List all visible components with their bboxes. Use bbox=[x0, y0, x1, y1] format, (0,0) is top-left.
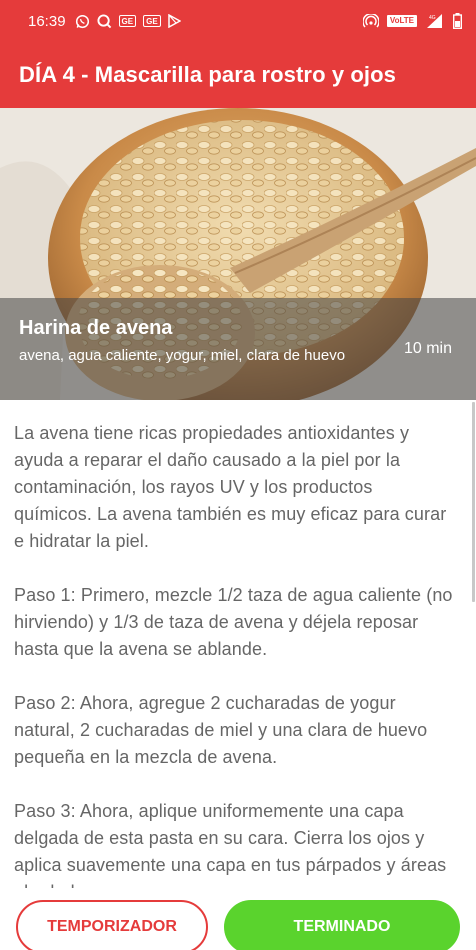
play-store-icon bbox=[167, 14, 181, 28]
scrollbar-thumb[interactable] bbox=[472, 402, 475, 602]
step-3-paragraph: Paso 3: Ahora, aplique uniformemente una… bbox=[14, 801, 447, 888]
timer-button[interactable]: TEMPORIZADOR bbox=[16, 900, 208, 950]
ge-icon: GE bbox=[118, 15, 137, 27]
recipe-ingredients: avena, agua caliente, yogur, miel, clara… bbox=[19, 347, 346, 364]
intro-paragraph: La avena tiene ricas propiedades antioxi… bbox=[14, 423, 447, 551]
volte-icon: VoLTE bbox=[386, 15, 417, 27]
hotspot-icon bbox=[362, 14, 379, 28]
step-2-paragraph: Paso 2: Ahora, agregue 2 cucharadas de y… bbox=[14, 693, 428, 767]
battery-icon bbox=[453, 13, 462, 29]
whatsapp-icon bbox=[75, 14, 90, 29]
step-1-paragraph: Paso 1: Primero, mezcle 1/2 taza de agua… bbox=[14, 585, 453, 659]
status-time: 16:39 bbox=[28, 12, 66, 30]
ge-icon: GE bbox=[143, 15, 161, 27]
instructions-content[interactable]: La avena tiene ricas propiedades antioxi… bbox=[14, 420, 454, 888]
search-icon bbox=[97, 13, 112, 29]
status-bar: 16:39 GE GE VoLTE 4G bbox=[0, 0, 476, 42]
signal-icon: 4G bbox=[425, 13, 445, 29]
status-right: VoLTE 4G bbox=[362, 13, 462, 29]
bottom-action-bar: TEMPORIZADOR TERMINADO bbox=[0, 888, 476, 950]
page-title: DÍA 4 - Mascarilla para rostro y ojos bbox=[19, 62, 397, 87]
recipe-duration: 10 min bbox=[403, 340, 452, 357]
recipe-title: Harina de avena bbox=[19, 317, 173, 339]
app-bar: DÍA 4 - Mascarilla para rostro y ojos bbox=[0, 42, 476, 108]
status-left: 16:39 GE GE bbox=[28, 13, 181, 30]
done-button[interactable]: TERMINADO bbox=[224, 900, 460, 950]
hero-card[interactable]: Harina de avena avena, agua caliente, yo… bbox=[0, 108, 476, 400]
svg-text:4G: 4G bbox=[429, 15, 436, 21]
